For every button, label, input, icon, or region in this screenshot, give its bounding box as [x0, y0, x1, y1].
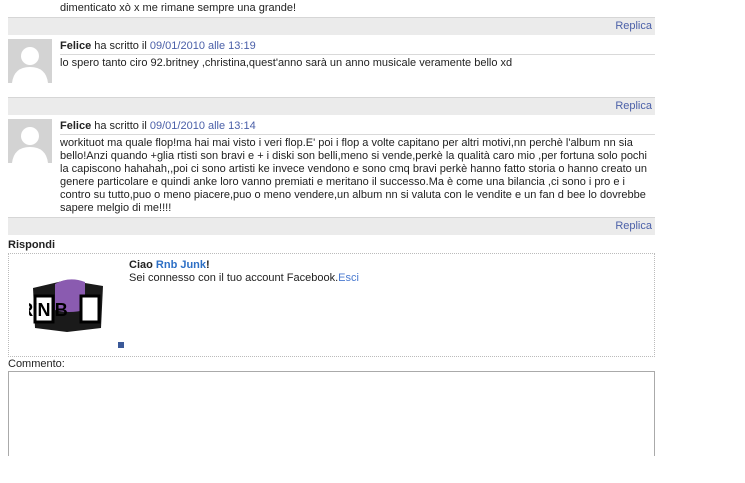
comment-wrote: ha scritto il	[94, 40, 147, 52]
respond-title: Rispondi	[8, 239, 56, 251]
comment-date[interactable]: 09/01/2010 alle 13:19	[150, 40, 256, 52]
rnb-junk-logo-icon: R'N'B	[29, 279, 103, 332]
comment-text: lo spero tanto ciro 92.britney ,christin…	[60, 57, 513, 69]
default-avatar-icon	[8, 119, 52, 163]
comment-textarea[interactable]	[8, 371, 655, 456]
facebook-greeting: Ciao Rnb Junk! Sei connesso con il tuo a…	[129, 259, 359, 285]
comment-author: Felice	[60, 40, 92, 52]
default-avatar-icon	[8, 39, 52, 83]
reply-link[interactable]: Replica	[615, 100, 652, 112]
previous-comment-tail: dimenticato xò x me rimane sempre una gr…	[60, 2, 297, 14]
facebook-icon	[118, 342, 124, 348]
reply-link[interactable]: Replica	[615, 20, 652, 32]
greeting-excl: !	[206, 259, 210, 271]
reply-link[interactable]: Replica	[615, 220, 652, 232]
greeting-text: Ciao	[129, 259, 153, 271]
connected-text: Sei connesso con il tuo account Facebook…	[129, 272, 339, 284]
comment-header: Felice ha scritto il 09/01/2010 alle 13:…	[60, 119, 655, 135]
facebook-connect-box: R'N'B Ciao Rnb Junk! Sei connesso con il…	[8, 253, 655, 357]
logo-letter-r: R'N'B	[29, 300, 68, 320]
username-link[interactable]: Rnb Junk	[156, 259, 206, 271]
reply-bar: Replica	[8, 17, 655, 35]
avatar	[8, 119, 52, 163]
comment-author: Felice	[60, 120, 92, 132]
reply-bar: Replica	[8, 97, 655, 115]
comment: Felice ha scritto il 09/01/2010 alle 13:…	[8, 115, 655, 217]
comment-label: Commento:	[8, 358, 65, 370]
avatar	[8, 39, 52, 83]
comment-date[interactable]: 09/01/2010 alle 13:14	[150, 120, 256, 132]
comment-text: workituot ma quale flop!ma hai mai visto…	[60, 137, 648, 214]
comment: Felice ha scritto il 09/01/2010 alle 13:…	[8, 35, 655, 89]
logout-link[interactable]: Esci	[338, 272, 359, 284]
reply-bar: Replica	[8, 217, 655, 235]
comment-wrote: ha scritto il	[94, 120, 147, 132]
comments-section: dimenticato xò x me rimane sempre una gr…	[8, 0, 655, 456]
comment-header: Felice ha scritto il 09/01/2010 alle 13:…	[60, 39, 655, 55]
